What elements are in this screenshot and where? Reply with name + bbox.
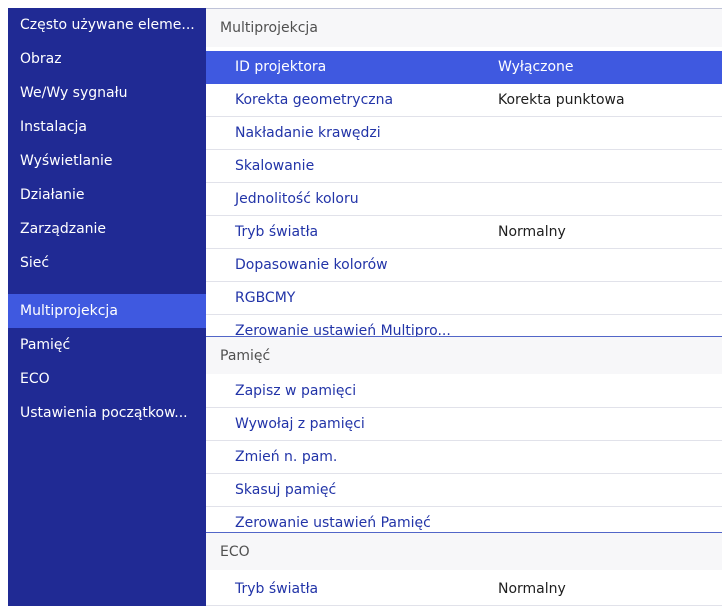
row-label: ID projektora <box>235 59 327 75</box>
row-label: Korekta geometryczna <box>235 92 394 108</box>
sidebar-item-siec[interactable]: Sieć <box>8 246 206 280</box>
menu-row-nakladanie-krawedzi[interactable]: Nakładanie krawędzi <box>206 117 722 150</box>
sidebar-item-obraz[interactable]: Obraz <box>8 42 206 76</box>
row-value: Normalny <box>498 581 566 597</box>
menu-row-zapisz-w-pamieci[interactable]: Zapisz w pamięci <box>206 375 722 408</box>
sidebar-item-we-wy-sygnalu[interactable]: We/Wy sygnału <box>8 76 206 110</box>
section-header-multiprojekcja: Multiprojekcja <box>206 9 722 47</box>
projector-menu: Często używane eleme... Obraz We/Wy sygn… <box>0 0 722 607</box>
sidebar-item-czesto-uzywane[interactable]: Często używane eleme... <box>8 8 206 42</box>
menu-row-rgbcmy[interactable]: RGBCMY <box>206 282 722 315</box>
row-label: Skasuj pamięć <box>235 482 337 498</box>
row-value: Korekta punktowa <box>498 92 625 108</box>
section-header-eco: ECO <box>206 532 722 570</box>
row-label: Tryb światła <box>235 581 319 597</box>
sidebar-item-pamiec[interactable]: Pamięć <box>8 328 206 362</box>
menu-row-skasuj-pamiec[interactable]: Skasuj pamięć <box>206 474 722 507</box>
row-label: Wywołaj z pamięci <box>235 416 365 432</box>
row-value: Wyłączone <box>498 59 574 75</box>
sidebar: Często używane eleme... Obraz We/Wy sygn… <box>8 8 206 606</box>
row-label: Jednolitość koloru <box>235 191 359 207</box>
row-label: Tryb światła <box>235 224 319 240</box>
sidebar-item-instalacja[interactable]: Instalacja <box>8 110 206 144</box>
settings-panel: Multiprojekcja ID projektora Wyłączone K… <box>206 8 722 607</box>
sidebar-item-ustawienia-poczatkowe[interactable]: Ustawienia początkow... <box>8 396 206 430</box>
sidebar-item-dzialanie[interactable]: Działanie <box>8 178 206 212</box>
row-label: Zapisz w pamięci <box>235 383 357 399</box>
sidebar-item-eco[interactable]: ECO <box>8 362 206 396</box>
menu-row-wywolaj-z-pamieci[interactable]: Wywołaj z pamięci <box>206 408 722 441</box>
row-value: Normalny <box>498 224 566 240</box>
menu-row-skalowanie[interactable]: Skalowanie <box>206 150 722 183</box>
row-label: Zmień n. pam. <box>235 449 338 465</box>
row-label: Nakładanie krawędzi <box>235 125 381 141</box>
menu-row-tryb-swiatla[interactable]: Tryb światła Normalny <box>206 216 722 249</box>
menu-row-zmien-n-pam[interactable]: Zmień n. pam. <box>206 441 722 474</box>
row-label: Skalowanie <box>235 158 315 174</box>
row-label: RGBCMY <box>235 290 296 306</box>
section-header-pamiec: Pamięć <box>206 336 722 374</box>
sidebar-item-multiprojekcja[interactable]: Multiprojekcja <box>8 294 206 328</box>
menu-row-jednolitosc-koloru[interactable]: Jednolitość koloru <box>206 183 722 216</box>
sidebar-item-zarzadzanie[interactable]: Zarządzanie <box>8 212 206 246</box>
menu-row-korekta-geometryczna[interactable]: Korekta geometryczna Korekta punktowa <box>206 84 722 117</box>
row-label: Dopasowanie kolorów <box>235 257 388 273</box>
menu-row-id-projektora[interactable]: ID projektora Wyłączone <box>206 51 722 84</box>
menu-row-dopasowanie-kolorow[interactable]: Dopasowanie kolorów <box>206 249 722 282</box>
menu-row-eco-tryb-swiatla[interactable]: Tryb światła Normalny <box>206 573 722 606</box>
sidebar-item-wyswietlanie[interactable]: Wyświetlanie <box>8 144 206 178</box>
